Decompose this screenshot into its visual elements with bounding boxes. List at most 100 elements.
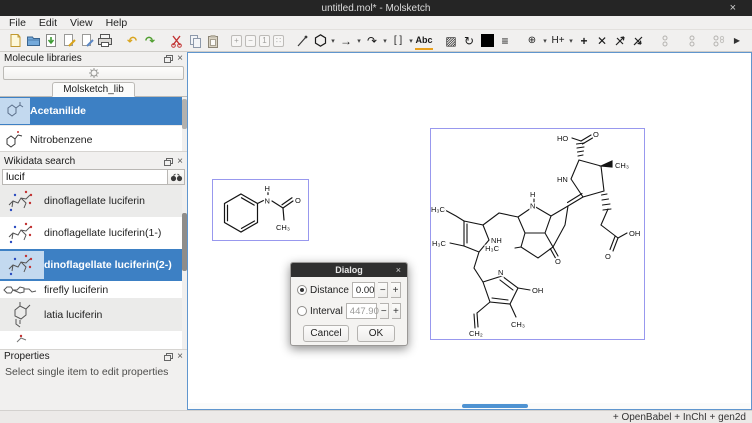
svg-text:O: O	[605, 252, 611, 261]
align-tool-2-icon[interactable]	[683, 32, 701, 50]
distance-decrement-button[interactable]: −	[378, 282, 388, 298]
interval-radio[interactable]	[297, 306, 307, 316]
canvas-horizontal-scrollbar[interactable]	[189, 403, 750, 409]
dialog-close-icon[interactable]: ×	[396, 263, 401, 277]
svg-text:CH₃: CH₃	[511, 320, 525, 329]
library-settings-button[interactable]	[3, 66, 184, 80]
menu-file[interactable]: File	[9, 17, 26, 29]
arrow-tool-icon[interactable]: →	[337, 32, 355, 50]
bracket-dropdown-icon[interactable]: ▾	[407, 37, 415, 45]
mechanism-arrow-icon[interactable]	[611, 32, 629, 50]
svg-text:H₃C: H₃C	[432, 239, 446, 248]
svg-text:HO: HO	[557, 134, 568, 143]
ring-tool-icon[interactable]	[311, 32, 329, 50]
save-as-icon[interactable]	[60, 32, 78, 50]
gear-icon	[88, 67, 100, 79]
scrollbar-thumb[interactable]	[462, 404, 528, 408]
move-tool-icon[interactable]: +	[575, 32, 593, 50]
panel-float-icon[interactable]	[164, 55, 173, 63]
zoom-out-icon[interactable]: −	[245, 35, 256, 47]
copy-icon[interactable]	[186, 32, 204, 50]
luciferin-structure: HO O CH₃ HN H N H₃C H₃C NH H₃C O OH O N …	[431, 129, 644, 339]
interval-increment-button[interactable]: +	[392, 303, 401, 319]
mechanism-arrow-alt-icon[interactable]	[629, 32, 647, 50]
charge-tool-icon[interactable]: ⊕	[523, 32, 541, 50]
menubar: File Edit View Help	[0, 16, 752, 30]
menu-edit[interactable]: Edit	[39, 17, 57, 29]
arrow-tool-dropdown-icon[interactable]: ▾	[355, 37, 363, 45]
library-tabs: Molsketch_lib	[0, 82, 187, 97]
delete-tool-icon[interactable]: ✕	[593, 32, 611, 50]
result-latia-luciferin[interactable]: latia luciferin	[0, 298, 187, 331]
library-item-acetanilide[interactable]: Acetanilide	[0, 97, 187, 126]
menu-help[interactable]: Help	[106, 17, 128, 29]
tab-molsketch-lib[interactable]: Molsketch_lib	[52, 82, 135, 97]
library-list: Acetanilide Nitrobenzene	[0, 97, 187, 151]
molecule-libraries-panel: Molecule libraries × Molsketch_lib Aceta…	[0, 52, 187, 152]
distance-value-field[interactable]: 0.00	[352, 282, 376, 298]
panel-float-icon[interactable]	[164, 353, 173, 361]
interval-decrement-button[interactable]: −	[380, 303, 389, 319]
drawing-canvas[interactable]: H N O CH₃	[187, 52, 752, 410]
print-icon[interactable]	[96, 32, 114, 50]
svg-text:OH: OH	[532, 286, 543, 295]
export-icon[interactable]	[78, 32, 96, 50]
cancel-button[interactable]: Cancel	[303, 325, 349, 342]
search-button[interactable]	[167, 169, 185, 185]
curved-arrow-dropdown-icon[interactable]: ▾	[381, 37, 389, 45]
zoom-in-icon[interactable]: +	[231, 35, 242, 47]
panel-close-icon[interactable]: ×	[177, 352, 183, 362]
charge-dropdown-icon[interactable]: ▾	[541, 37, 549, 45]
line-width-icon[interactable]: ≡	[496, 32, 514, 50]
panel-float-icon[interactable]	[164, 158, 173, 166]
curved-arrow-tool-icon[interactable]: ↷	[363, 32, 381, 50]
svg-text:CH₃: CH₃	[615, 161, 629, 170]
ring-tool-dropdown-icon[interactable]: ▾	[329, 37, 337, 45]
svg-text:H: H	[265, 184, 270, 193]
ok-button[interactable]: OK	[357, 325, 395, 342]
molecule-thumbnail	[0, 283, 44, 296]
redo-icon[interactable]: ↷	[141, 32, 159, 50]
molecule-luciferin[interactable]: HO O CH₃ HN H N H₃C H₃C NH H₃C O OH O N …	[430, 128, 645, 340]
new-document-icon[interactable]	[6, 32, 24, 50]
toolbar-overflow-icon[interactable]: ▶	[728, 32, 746, 50]
wikidata-search-panel: Wikidata search × dinoflagellate lucifer…	[0, 155, 187, 350]
menu-view[interactable]: View	[70, 17, 93, 29]
zoom-fit-icon[interactable]: ∷	[273, 35, 284, 47]
text-tool-icon[interactable]: Abc	[415, 32, 433, 50]
align-tool-3-icon[interactable]	[710, 32, 728, 50]
result-firefly-luciferin[interactable]: firefly luciferin	[0, 281, 187, 298]
undo-icon[interactable]: ↶	[123, 32, 141, 50]
molecule-acetanilide[interactable]: H N O CH₃	[212, 179, 309, 241]
open-folder-icon[interactable]	[24, 32, 42, 50]
hatch-tool-icon[interactable]: ▨	[442, 32, 460, 50]
hydrogen-tool-icon[interactable]: H+	[549, 32, 567, 50]
library-item-nitrobenzene[interactable]: Nitrobenzene	[0, 126, 187, 151]
paste-icon[interactable]	[204, 32, 222, 50]
libraries-panel-title: Molecule libraries	[4, 53, 160, 64]
save-icon[interactable]	[42, 32, 60, 50]
zoom-original-icon[interactable]: 1	[259, 35, 270, 47]
rotate-tool-icon[interactable]: ↻	[460, 32, 478, 50]
result-partial-row[interactable]	[0, 331, 187, 345]
draw-bond-icon[interactable]	[293, 32, 311, 50]
distance-increment-button[interactable]: +	[391, 282, 401, 298]
panel-close-icon[interactable]: ×	[177, 157, 183, 167]
cut-icon[interactable]	[168, 32, 186, 50]
align-tool-1-icon[interactable]	[656, 32, 674, 50]
hydrogen-dropdown-icon[interactable]: ▾	[567, 37, 575, 45]
dialog-titlebar[interactable]: Dialog ×	[291, 263, 407, 277]
wikidata-panel-title: Wikidata search	[4, 156, 160, 167]
wikidata-search-input[interactable]	[2, 169, 167, 185]
interval-value-field[interactable]: 447.90	[346, 303, 377, 319]
result-dinoflagellate-luciferin-1[interactable]: dinoflagellate luciferin(1-)	[0, 217, 187, 249]
bracket-tool-icon[interactable]: [ ]	[389, 32, 407, 50]
color-swatch-icon[interactable]	[478, 32, 496, 50]
result-dinoflagellate-luciferin-2[interactable]: dinoflagellate luciferin(2-)	[0, 249, 187, 281]
dialog-title: Dialog	[335, 265, 363, 275]
panel-close-icon[interactable]: ×	[177, 54, 183, 64]
distance-radio[interactable]	[297, 285, 307, 295]
window-title: untitled.mol* - Molsketch	[322, 3, 431, 14]
result-dinoflagellate-luciferin[interactable]: dinoflagellate luciferin	[0, 185, 187, 217]
window-close-icon[interactable]: ×	[730, 1, 736, 15]
